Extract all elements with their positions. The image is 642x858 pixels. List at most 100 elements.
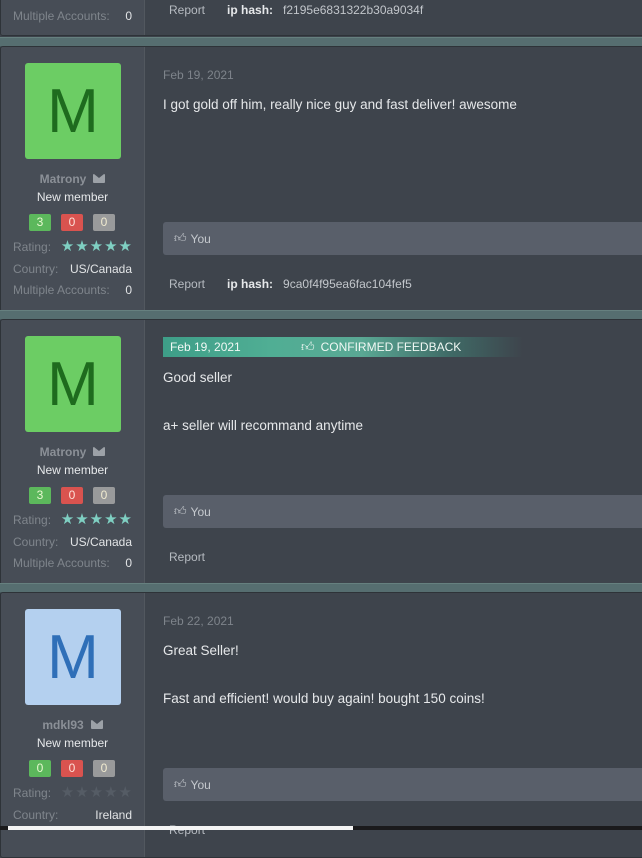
report-link[interactable]: Report [169,277,205,291]
negative-feedback-badge[interactable]: 0 [61,214,83,231]
star-icon: ★ [118,784,132,801]
avatar[interactable]: M [25,609,121,705]
user-title: New member [36,190,109,204]
username-row: mdkl93 [1,718,144,732]
avatar-letter: M [47,622,99,692]
avatar[interactable]: M [25,336,121,432]
report-link[interactable]: Report [169,3,205,17]
multiple-accounts-label: Multiple Accounts: [13,556,110,570]
mail-icon[interactable] [93,447,106,456]
country-label: Country: [13,262,59,276]
feedback-badges: 3 0 0 [29,214,115,231]
username-link[interactable]: Matrony [40,172,87,186]
mail-icon[interactable] [93,174,106,183]
post-date[interactable]: Feb 19, 2021 [163,68,234,82]
avatar-letter: M [47,76,99,146]
positive-feedback-badge[interactable]: 0 [29,760,51,777]
rating-stars: ★ ★ ★ ★ ★ [60,238,132,255]
country-value: US/Canada [69,535,132,549]
feedback-badges: 3 0 0 [29,487,115,504]
username-link[interactable]: Matrony [40,445,87,459]
multiple-accounts-value: 0 [125,9,132,23]
rating-stars: ★ ★ ★ ★ ★ [60,511,132,528]
multiple-accounts-label: Multiple Accounts: [13,9,110,23]
country-row: Country: US/Canada [13,535,132,549]
post-partial-top: Multiple Accounts: 0 Report ip hash: f219… [0,0,642,36]
bottom-overlay-panel [8,826,353,830]
post-body: Feb 22, 2021 Great Seller! Fast and effi… [163,593,642,857]
ip-hash-label: ip hash: [227,3,274,17]
user-title: New member [36,463,109,477]
thumbs-up-icon[interactable]: 👍︎ [174,777,187,792]
post-message: I got gold off him, really nice guy and … [163,97,517,112]
confirmed-feedback-label: CONFIRMED FEEDBACK [320,340,462,354]
post-footer: Report [169,550,205,564]
likes-bar: 👍︎ You [163,768,642,801]
likes-bar: 👍︎ You [163,495,642,528]
country-row: Country: Ireland [13,808,132,822]
ip-hash-label: ip hash: [227,277,274,291]
star-icon: ★ [118,238,132,255]
negative-feedback-badge[interactable]: 0 [61,760,83,777]
ip-hash-value: 9ca0f4f95ea6fac104fef5 [283,277,412,291]
report-link[interactable]: Report [169,550,205,564]
post-footer: Report ip hash: 9ca0f4f95ea6fac104fef5 [169,277,412,291]
multiple-accounts-label: Multiple Accounts: [13,283,110,297]
star-icon: ★ [75,511,89,528]
likes-bar: 👍︎ You [163,222,642,255]
post-date[interactable]: Feb 19, 2021 [170,340,301,354]
neutral-feedback-badge[interactable]: 0 [93,487,115,504]
user-panel: M mdkl93 New member 0 0 0 Rating: ★ ★ ★ ★ ★ … [1,593,145,857]
feedback-post: M Matrony New member 3 0 0 Rating: ★ ★ ★ ★ ★… [0,319,642,585]
post-body: Feb 19, 2021 👍︎ CONFIRMED FEEDBACK Good … [163,320,642,584]
star-icon: ★ [89,784,104,801]
country-row: Country: US/Canada [13,262,132,276]
negative-feedback-badge[interactable]: 0 [61,487,83,504]
username-row: Matrony [1,172,144,186]
star-icon: ★ [75,238,89,255]
user-panel: M Matrony New member 3 0 0 Rating: ★ ★ ★ ★ ★… [1,320,145,584]
star-icon: ★ [60,238,75,255]
rating-row: Rating: ★ ★ ★ ★ ★ [13,511,132,528]
country-label: Country: [13,808,59,822]
post-date[interactable]: Feb 22, 2021 [163,614,234,628]
avatar-letter: M [47,349,99,419]
thumbs-up-icon[interactable]: 👍︎ [174,504,187,519]
star-icon: ★ [104,784,118,801]
thumbs-up-icon[interactable]: 👍︎ [174,231,187,246]
multiple-accounts-value: 0 [125,283,132,297]
star-icon: ★ [118,511,132,528]
post-body: Feb 19, 2021 I got gold off him, really … [163,47,642,311]
multiple-accounts-row: Multiple Accounts: 0 [13,283,132,297]
confirmed-feedback-banner: Feb 19, 2021 👍︎ CONFIRMED FEEDBACK [163,337,523,357]
username-link[interactable]: mdkl93 [42,718,83,732]
bottom-overlay-bar [0,826,642,830]
feedback-badges: 0 0 0 [29,760,115,777]
star-icon: ★ [60,511,75,528]
country-value: Ireland [95,808,132,822]
star-icon: ★ [60,784,75,801]
star-icon: ★ [104,511,118,528]
post-message-line: Great Seller! [163,643,239,658]
feedback-post: M mdkl93 New member 0 0 0 Rating: ★ ★ ★ ★ ★ … [0,592,642,858]
username-row: Matrony [1,445,144,459]
avatar[interactable]: M [25,63,121,159]
post-message-line: a+ seller will recommand anytime [163,418,363,433]
rating-row: Rating: ★ ★ ★ ★ ★ [13,238,132,255]
neutral-feedback-badge[interactable]: 0 [93,214,115,231]
positive-feedback-badge[interactable]: 3 [29,487,51,504]
likes-user[interactable]: You [191,778,211,792]
star-icon: ★ [104,238,118,255]
mail-icon[interactable] [90,720,103,729]
star-icon: ★ [89,511,104,528]
likes-user[interactable]: You [191,232,211,246]
multiple-accounts-row: Multiple Accounts: 0 [13,556,132,570]
rating-label: Rating: [13,240,52,254]
positive-feedback-badge[interactable]: 3 [29,214,51,231]
country-label: Country: [13,535,59,549]
star-icon: ★ [89,238,104,255]
user-title: New member [36,736,109,750]
neutral-feedback-badge[interactable]: 0 [93,760,115,777]
multiple-accounts-value: 0 [125,556,132,570]
likes-user[interactable]: You [191,505,211,519]
